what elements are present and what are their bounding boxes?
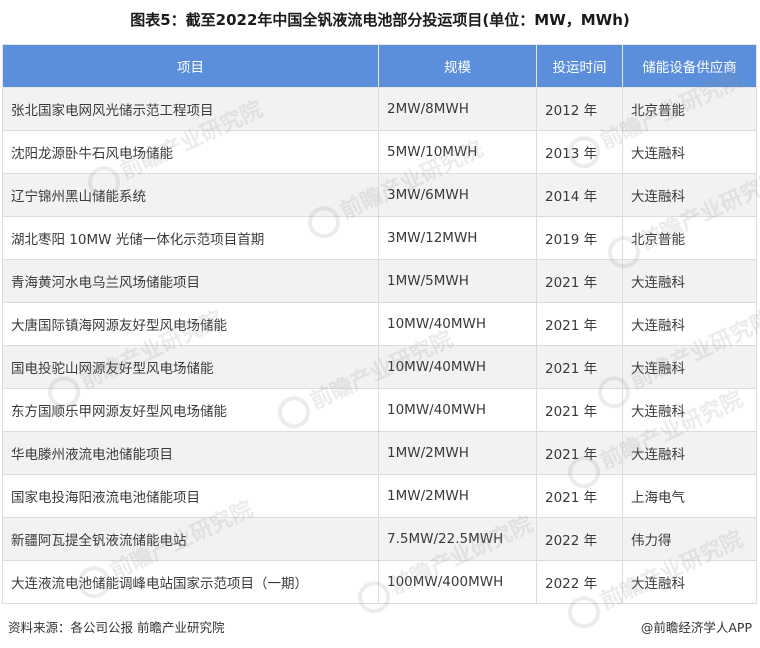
cell-scale: 3MW/6MWH (378, 173, 537, 217)
header-project: 项目 (2, 44, 379, 88)
cell-vendor: 大连融科 (622, 560, 757, 604)
cell-project: 东方国顺乐甲网源友好型风电场储能 (2, 388, 379, 432)
table-row: 张北国家电网风光储示范工程项目 2MW/8MWH 2012 年 北京普能 (2, 87, 757, 131)
cell-scale: 1MW/2MWH (378, 431, 537, 475)
cell-vendor: 大连融科 (622, 345, 757, 389)
table-row: 大唐国际镇海网源友好型风电场储能 10MW/40MWH 2021 年 大连融科 (2, 302, 757, 346)
cell-scale: 1MW/5MWH (378, 259, 537, 303)
cell-project: 国家电投海阳液流电池储能项目 (2, 474, 379, 518)
cell-project: 大连液流电池储能调峰电站国家示范项目（一期） (2, 560, 379, 604)
cell-time: 2014 年 (536, 173, 623, 217)
header-vendor: 储能设备供应商 (622, 44, 757, 88)
cell-time: 2021 年 (536, 345, 623, 389)
table-row: 大连液流电池储能调峰电站国家示范项目（一期） 100MW/400MWH 2022… (2, 560, 757, 604)
cell-project: 新疆阿瓦提全钒液流储能电站 (2, 517, 379, 561)
cell-time: 2022 年 (536, 560, 623, 604)
cell-time: 2021 年 (536, 259, 623, 303)
cell-vendor: 大连融科 (622, 130, 757, 174)
cell-project: 张北国家电网风光储示范工程项目 (2, 87, 379, 131)
cell-vendor: 北京普能 (622, 216, 757, 260)
header-time: 投运时间 (536, 44, 623, 88)
table-row: 东方国顺乐甲网源友好型风电场储能 10MW/40MWH 2021 年 大连融科 (2, 388, 757, 432)
table-row: 湖北枣阳 10MW 光储一体化示范项目首期 3MW/12MWH 2019 年 北… (2, 216, 757, 260)
cell-project: 辽宁锦州黑山储能系统 (2, 173, 379, 217)
cell-project: 沈阳龙源卧牛石风电场储能 (2, 130, 379, 174)
cell-vendor: 北京普能 (622, 87, 757, 131)
table-row: 新疆阿瓦提全钒液流储能电站 7.5MW/22.5MWH 2022 年 伟力得 (2, 517, 757, 561)
cell-time: 2013 年 (536, 130, 623, 174)
cell-scale: 10MW/40MWH (378, 388, 537, 432)
cell-scale: 100MW/400MWH (378, 560, 537, 604)
cell-vendor: 大连融科 (622, 259, 757, 303)
cell-time: 2012 年 (536, 87, 623, 131)
page-title: 图表5：截至2022年中国全钒液流电池部分投运项目(单位：MW，MWh) (130, 11, 630, 29)
cell-project: 湖北枣阳 10MW 光储一体化示范项目首期 (2, 216, 379, 260)
table-row: 青海黄河水电乌兰风场储能项目 1MW/5MWH 2021 年 大连融科 (2, 259, 757, 303)
cell-vendor: 大连融科 (622, 431, 757, 475)
cell-project: 华电滕州液流电池储能项目 (2, 431, 379, 475)
table-row: 辽宁锦州黑山储能系统 3MW/6MWH 2014 年 大连融科 (2, 173, 757, 217)
projects-table: 项目 规模 投运时间 储能设备供应商 张北国家电网风光储示范工程项目 2MW/8… (2, 44, 757, 604)
cell-project: 大唐国际镇海网源友好型风电场储能 (2, 302, 379, 346)
table-row: 国家电投海阳液流电池储能项目 1MW/2MWH 2021 年 上海电气 (2, 474, 757, 518)
cell-scale: 7.5MW/22.5MWH (378, 517, 537, 561)
cell-time: 2021 年 (536, 302, 623, 346)
cell-vendor: 大连融科 (622, 173, 757, 217)
cell-vendor: 伟力得 (622, 517, 757, 561)
table-row: 华电滕州液流电池储能项目 1MW/2MWH 2021 年 大连融科 (2, 431, 757, 475)
header-scale: 规模 (378, 44, 537, 88)
cell-time: 2021 年 (536, 474, 623, 518)
table-row: 国电投驼山网源友好型风电场储能 10MW/40MWH 2021 年 大连融科 (2, 345, 757, 389)
cell-time: 2021 年 (536, 388, 623, 432)
cell-time: 2022 年 (536, 517, 623, 561)
cell-scale: 2MW/8MWH (378, 87, 537, 131)
cell-project: 青海黄河水电乌兰风场储能项目 (2, 259, 379, 303)
cell-time: 2019 年 (536, 216, 623, 260)
cell-scale: 10MW/40MWH (378, 302, 537, 346)
cell-scale: 3MW/12MWH (378, 216, 537, 260)
table-header-row: 项目 规模 投运时间 储能设备供应商 (2, 44, 757, 88)
credit-note: @前瞻经济学人APP (640, 620, 752, 635)
cell-scale: 10MW/40MWH (378, 345, 537, 389)
source-note: 资料来源：各公司公报 前瞻产业研究院 (8, 620, 225, 635)
cell-project: 国电投驼山网源友好型风电场储能 (2, 345, 379, 389)
cell-vendor: 大连融科 (622, 388, 757, 432)
cell-scale: 5MW/10MWH (378, 130, 537, 174)
cell-vendor: 大连融科 (622, 302, 757, 346)
cell-scale: 1MW/2MWH (378, 474, 537, 518)
cell-vendor: 上海电气 (622, 474, 757, 518)
cell-time: 2021 年 (536, 431, 623, 475)
table-row: 沈阳龙源卧牛石风电场储能 5MW/10MWH 2013 年 大连融科 (2, 130, 757, 174)
